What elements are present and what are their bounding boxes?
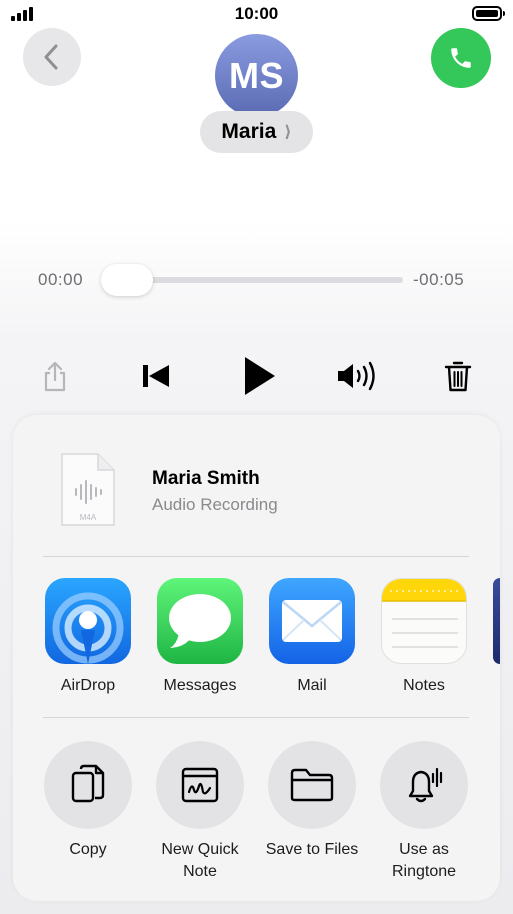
app-label-messages: Messages bbox=[163, 677, 237, 694]
skip-back-button[interactable] bbox=[138, 358, 174, 394]
phone-icon bbox=[451, 48, 471, 68]
app-label-mail: Mail bbox=[297, 677, 327, 694]
elapsed-time: 00:00 bbox=[38, 270, 84, 289]
copy-icon bbox=[71, 764, 105, 803]
action-label-save-to-files: Save to Files bbox=[265, 841, 359, 858]
app-airdrop[interactable] bbox=[45, 578, 131, 664]
back-button[interactable] bbox=[23, 28, 81, 86]
action-new-quick-note[interactable] bbox=[156, 741, 244, 829]
share-icon bbox=[44, 361, 66, 392]
app-notes[interactable] bbox=[381, 578, 467, 664]
remaining-time: -00:05 bbox=[413, 270, 465, 289]
call-button[interactable] bbox=[431, 28, 491, 88]
messages-icon bbox=[169, 594, 231, 648]
action-label-copy: Copy bbox=[69, 841, 107, 858]
app-label-notes: Notes bbox=[403, 677, 445, 694]
app-messages[interactable] bbox=[157, 578, 243, 664]
skip-back-icon bbox=[143, 365, 169, 387]
status-time: 10:00 bbox=[234, 4, 279, 23]
mail-icon bbox=[282, 600, 342, 642]
chevron-left-icon bbox=[44, 44, 58, 70]
folder-icon bbox=[290, 768, 334, 802]
divider bbox=[43, 717, 469, 718]
play-icon bbox=[245, 357, 275, 395]
contact-name: Maria bbox=[221, 120, 277, 143]
file-type-label: M4A bbox=[80, 513, 97, 522]
action-copy[interactable] bbox=[44, 741, 132, 829]
avatar: MS bbox=[215, 34, 298, 117]
battery-icon bbox=[472, 6, 505, 21]
action-use-as-ringtone[interactable] bbox=[380, 741, 468, 829]
chevron-right-icon: ⟩ bbox=[284, 124, 292, 141]
scrubber-thumb[interactable] bbox=[101, 264, 153, 296]
action-label-new-quick-note: New Quick Note bbox=[161, 841, 239, 880]
divider bbox=[43, 556, 469, 557]
app-more-partial[interactable] bbox=[493, 578, 500, 664]
bell-icon bbox=[408, 767, 443, 803]
app-mail[interactable] bbox=[269, 578, 355, 664]
action-save-to-files[interactable] bbox=[268, 741, 356, 829]
quick-note-icon bbox=[181, 767, 219, 803]
speaker-icon bbox=[338, 361, 375, 391]
audio-file-icon: M4A bbox=[60, 452, 116, 527]
delete-button[interactable] bbox=[440, 356, 476, 396]
app-label-airdrop: AirDrop bbox=[60, 677, 116, 694]
airdrop-icon bbox=[52, 592, 124, 664]
notes-icon bbox=[382, 579, 466, 648]
share-button[interactable] bbox=[36, 356, 74, 396]
contact-name-button[interactable]: Maria ⟩ bbox=[200, 111, 313, 153]
speaker-button[interactable] bbox=[334, 358, 380, 394]
file-subtitle: Audio Recording bbox=[152, 495, 278, 514]
file-title: Maria Smith bbox=[152, 468, 260, 489]
action-label-use-as-ringtone: Use as Ringtone bbox=[391, 841, 457, 880]
play-button[interactable] bbox=[236, 352, 282, 400]
trash-icon bbox=[444, 361, 472, 392]
